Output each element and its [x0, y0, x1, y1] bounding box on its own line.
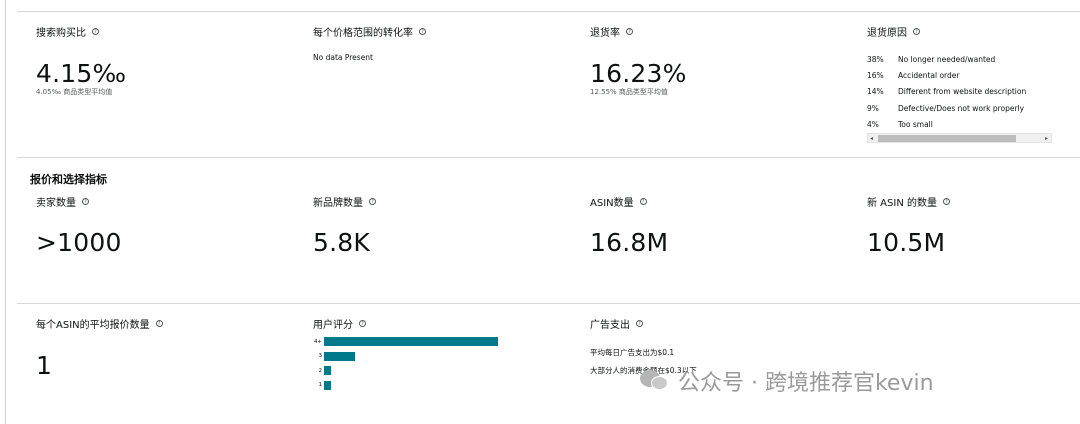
reason-text: Too small	[898, 119, 933, 129]
horizontal-scrollbar[interactable]: ◂ ▸	[867, 133, 1052, 143]
rating-tick-label: 2	[318, 367, 323, 374]
new-brands-value: 5.8K	[313, 228, 370, 257]
help-icon[interactable]: ?	[92, 28, 99, 35]
asins-label: ASIN数量	[590, 198, 634, 209]
ad-spend-label: 广告支出	[590, 320, 630, 331]
reason-percent: 4%	[867, 119, 879, 129]
rating-bar	[324, 366, 331, 375]
list-item: 14% Different from website description	[867, 84, 1057, 100]
scroll-right-icon[interactable]: ▸	[1045, 134, 1048, 143]
help-icon[interactable]: ?	[359, 320, 366, 327]
list-item: 16% Accidental order	[867, 67, 1057, 83]
return-rate-category-avg: 12.55% 商品类型平均值	[590, 88, 668, 96]
conversion-value: 4.15‰	[36, 59, 127, 88]
return-reasons-label: 退货原因	[867, 28, 907, 39]
return-rate-label: 退货率	[590, 28, 620, 39]
asins-metric: ASIN数量? 16.8M	[590, 194, 668, 257]
help-icon[interactable]: ?	[636, 320, 643, 327]
section-title: 报价和选择指标	[30, 173, 107, 186]
new-asins-value: 10.5M	[867, 228, 946, 257]
rating-bar-row: 3	[313, 351, 356, 361]
rating-bar	[324, 337, 498, 346]
rating-tick-label: 3	[318, 353, 323, 359]
rating-tick-label: 1	[318, 382, 323, 388]
reason-text: Defective/Does not work properly	[898, 103, 1025, 113]
help-icon[interactable]: ?	[942, 198, 950, 205]
rating-bar-row: 4+	[313, 337, 498, 346]
sellers-metric: 卖家数量? >1000	[36, 194, 122, 257]
help-icon[interactable]: ?	[369, 198, 376, 205]
avg-offers-metric: 每个ASIN的平均报价数量? 1	[36, 316, 163, 380]
return-rate-metric: 退货率? 16.23% 12.55% 商品类型平均值	[590, 24, 687, 97]
price-range-no-data: No data Present	[313, 53, 373, 62]
price-range-metric: 每个价格范围的转化率? No data Present	[313, 24, 426, 62]
conversion-metric: 搜索购买比? 4.15‰ 4.05‰ 商品类型平均值	[36, 24, 126, 97]
avg-offers-value: 1	[36, 351, 53, 380]
sellers-value: >1000	[36, 228, 122, 257]
reason-text: Accidental order	[898, 70, 960, 80]
help-icon[interactable]: ?	[419, 28, 426, 35]
ad-spend-line-1: 平均每日广告支出为$0.1	[590, 348, 675, 357]
reason-text: Different from website description	[898, 87, 1027, 97]
help-icon[interactable]: ?	[913, 28, 920, 35]
sellers-label: 卖家数量	[36, 198, 76, 209]
left-border	[5, 0, 6, 424]
reason-percent: 38%	[867, 54, 884, 64]
new-asins-label: 新 ASIN 的数量	[867, 198, 937, 209]
watermark-text: 公众号 · 跨境推荐官kevin	[678, 371, 934, 396]
new-brands-label: 新品牌数量	[313, 198, 363, 209]
divider-low	[17, 303, 1080, 304]
return-reasons-list: 38% No longer needed/wanted 16% Accidental…	[867, 51, 1057, 132]
rating-metric: 用户评分?	[313, 316, 366, 331]
return-rate-value: 16.23%	[590, 59, 687, 88]
divider-top	[17, 11, 1080, 12]
reason-percent: 16%	[867, 70, 884, 80]
new-brands-metric: 新品牌数量? 5.8K	[313, 194, 376, 257]
avg-offers-label: 每个ASIN的平均报价数量	[36, 320, 150, 331]
divider-mid	[17, 157, 1080, 158]
list-item: 9% Defective/Does not work properly	[867, 100, 1057, 116]
rating-label: 用户评分	[313, 320, 353, 331]
new-asins-metric: 新 ASIN 的数量? 10.5M	[867, 194, 950, 257]
wechat-icon	[640, 368, 670, 394]
scrollbar-thumb[interactable]	[878, 135, 1016, 142]
help-icon[interactable]: ?	[82, 198, 89, 205]
reason-percent: 9%	[867, 103, 879, 113]
help-icon[interactable]: ?	[639, 198, 647, 205]
conversion-label: 搜索购买比	[36, 28, 86, 39]
watermark: 公众号 · 跨境推荐官kevin	[640, 365, 934, 397]
rating-bar	[324, 380, 331, 390]
help-icon[interactable]: ?	[155, 320, 163, 327]
reason-text: No longer needed/wanted	[898, 54, 996, 64]
reason-percent: 14%	[867, 87, 884, 97]
list-item: 38% No longer needed/wanted	[867, 51, 1057, 67]
rating-bar-chart: 4+ 3 2 1	[313, 337, 513, 397]
rating-bar-row: 2	[313, 366, 331, 375]
list-item: 4% Too small	[867, 116, 1057, 132]
return-reasons-metric: 退货原因?	[867, 24, 920, 39]
help-icon[interactable]: ?	[626, 28, 633, 35]
price-range-label: 每个价格范围的转化率	[313, 28, 413, 39]
rating-tick-label: 4+	[313, 338, 322, 345]
asins-value: 16.8M	[590, 228, 669, 257]
rating-bar-row: 1	[313, 380, 331, 390]
conversion-category-avg: 4.05‰ 商品类型平均值	[36, 88, 113, 96]
rating-bar	[324, 351, 356, 361]
scroll-left-icon[interactable]: ◂	[870, 134, 873, 143]
